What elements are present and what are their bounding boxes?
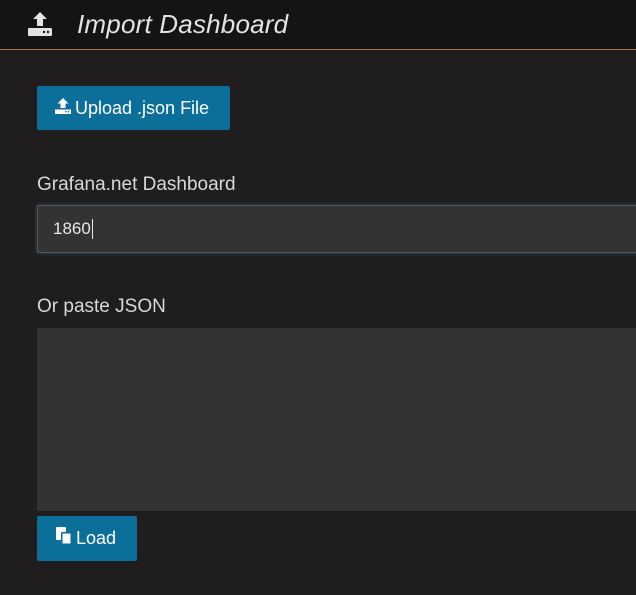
upload-icon (27, 11, 53, 37)
text-caret (91, 219, 93, 239)
page-header: Import Dashboard (0, 0, 636, 50)
load-button[interactable]: Load (37, 516, 137, 561)
page-title: Import Dashboard (77, 9, 289, 39)
grafana-net-dashboard-label: Grafana.net Dashboard (37, 174, 236, 195)
paste-json-label: Or paste JSON (37, 296, 166, 317)
paste-json-textarea[interactable] (37, 328, 636, 511)
load-button-label: Load (76, 528, 117, 548)
upload-button-label: Upload .json File (75, 97, 210, 118)
upload-json-file-button[interactable]: Upload .json File (37, 86, 230, 130)
grafana-net-dashboard-value: 1860 (53, 219, 91, 238)
grafana-net-dashboard-input[interactable]: 1860 (37, 205, 636, 253)
upload-icon (54, 97, 72, 120)
copy-icon (55, 526, 73, 551)
